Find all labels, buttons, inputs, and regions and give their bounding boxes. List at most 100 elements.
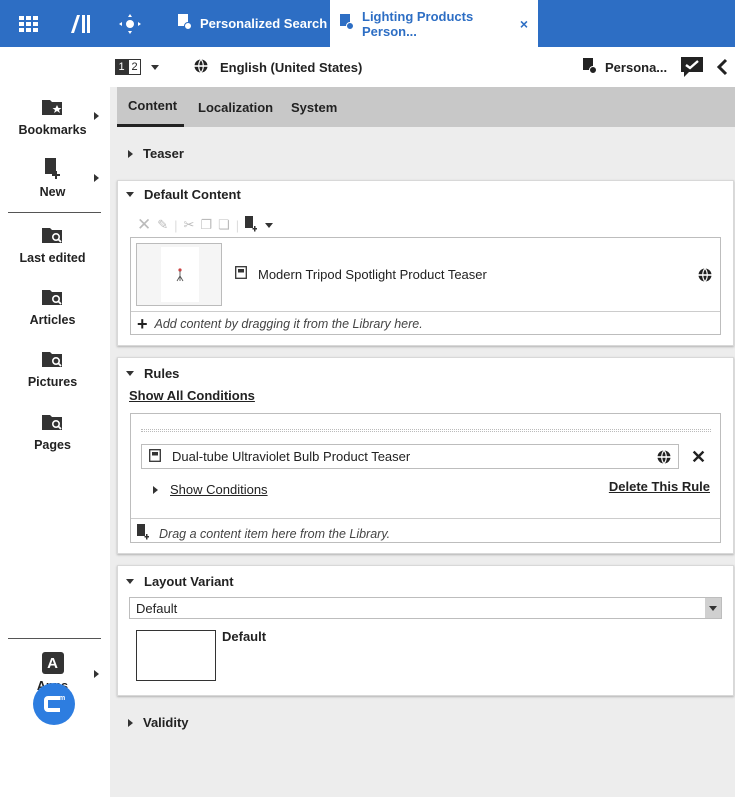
content-toolbar: ✕ ✎ | ✂ ❐ ❏ | — [137, 215, 274, 235]
remove-icon[interactable]: ✕ — [137, 215, 151, 235]
divider — [8, 212, 101, 213]
sidebar-item-label: Pictures — [27, 375, 78, 389]
sidebar-item-label: Bookmarks — [18, 123, 87, 137]
drag-handle[interactable] — [141, 429, 711, 432]
add-content-icon — [137, 524, 151, 543]
chevron-right-icon[interactable] — [94, 112, 99, 120]
chevron-down-icon[interactable] — [705, 598, 721, 618]
default-content-panel: Default Content ✕ ✎ | ✂ ❐ ❏ | Modern Tri… — [117, 180, 734, 346]
tab-lighting-products[interactable]: Lighting Products Person... × — [330, 0, 538, 47]
drop-zone[interactable]: + Add content by dragging it from the Li… — [137, 313, 423, 334]
cut-icon[interactable]: ✂ — [184, 217, 195, 233]
sidebar-item-label: New — [39, 185, 66, 199]
tab-system[interactable]: System — [291, 87, 337, 127]
expand-icon — [128, 149, 133, 158]
locale-selector[interactable]: English (United States) — [194, 47, 362, 87]
sidebar-item-pictures[interactable]: Pictures — [0, 347, 105, 389]
layout-variant-select[interactable]: Default — [129, 597, 722, 619]
product-image — [161, 247, 199, 302]
thumbnail[interactable] — [136, 243, 222, 306]
layout-variant-panel: Layout Variant Default Default — [117, 565, 734, 696]
show-conditions-toggle[interactable]: Show Conditions — [153, 482, 268, 497]
drop-zone[interactable]: Drag a content item here from the Librar… — [137, 524, 390, 543]
section-header[interactable]: Default Content — [126, 187, 241, 202]
chevron-down-icon[interactable] — [265, 222, 274, 228]
collapse-icon — [126, 579, 134, 584]
sidebar-item-label: Pages — [34, 438, 71, 452]
tab-content[interactable]: Content — [117, 87, 184, 127]
approve-icon[interactable] — [681, 47, 703, 87]
svg-text:m: m — [59, 695, 65, 702]
separator: | — [174, 217, 178, 233]
search-folder-icon — [41, 410, 64, 434]
separator: | — [235, 217, 240, 233]
apps-grid-icon[interactable] — [14, 0, 44, 47]
plus-icon: + — [137, 313, 148, 334]
sidebar-item-articles[interactable]: Articles — [0, 285, 105, 327]
rule-item[interactable]: Dual-tube Ultraviolet Bulb Product Tease… — [141, 444, 679, 469]
document-icon — [340, 14, 354, 33]
delete-rule-link[interactable]: Delete This Rule — [609, 479, 710, 494]
tab-label: Personalized Search — [200, 16, 328, 31]
sidebar-item-last-edited[interactable]: Last edited — [0, 223, 105, 265]
document-icon — [178, 14, 192, 33]
edit-icon[interactable]: ✎ — [157, 217, 168, 233]
section-header[interactable]: Layout Variant — [126, 574, 234, 589]
section-header[interactable]: Rules — [126, 366, 179, 381]
divider — [131, 311, 720, 312]
sidebar-item-bookmarks[interactable]: Bookmarks — [0, 95, 105, 137]
tab-localization[interactable]: Localization — [198, 87, 273, 127]
section-teaser[interactable]: Teaser — [128, 146, 184, 161]
variant-preview-label: Default — [222, 629, 267, 644]
sidebar-item-new[interactable]: New — [0, 157, 105, 199]
globe-icon — [194, 58, 208, 76]
globe-icon — [657, 450, 671, 467]
show-all-conditions-link[interactable]: Show All Conditions — [129, 388, 255, 403]
coremedia-logo: m — [33, 683, 75, 725]
rule-box: Dual-tube Ultraviolet Bulb Product Tease… — [130, 413, 721, 543]
collapse-icon — [126, 371, 134, 376]
divider — [131, 518, 720, 519]
tab-label: Lighting Products Person... — [362, 8, 474, 39]
divider — [8, 638, 101, 639]
content-list: Modern Tripod Spotlight Product Teaser +… — [130, 237, 721, 335]
collapse-icon[interactable] — [715, 47, 729, 87]
variant-preview — [136, 630, 216, 681]
chevron-right-icon[interactable] — [94, 174, 99, 182]
expand-icon — [128, 718, 133, 727]
sidebar: Bookmarks New Last edited Articles Pictu… — [0, 47, 110, 797]
collapse-icon — [126, 192, 134, 197]
globe-icon — [698, 268, 712, 285]
tab-personalized-search[interactable]: Personalized Search — [168, 0, 337, 47]
sidebar-item-label: Articles — [29, 313, 76, 327]
document-type: Persona... — [583, 47, 667, 87]
version-selector[interactable]: 1 2 — [115, 47, 159, 87]
content-tabs: Content Localization System — [117, 87, 735, 127]
remove-rule-icon[interactable]: ✕ — [691, 447, 706, 468]
search-folder-icon — [41, 285, 64, 309]
document-header: 1 2 English (United States) Persona... — [110, 47, 735, 87]
apps-icon: A — [41, 651, 64, 675]
search-folder-icon — [41, 223, 64, 247]
library-icon[interactable] — [66, 0, 96, 47]
section-validity[interactable]: Validity — [128, 715, 189, 730]
teaser-icon — [149, 448, 161, 465]
copy-icon[interactable]: ❐ — [200, 217, 212, 233]
paste-icon[interactable]: ❏ — [218, 217, 230, 233]
teaser-icon — [235, 266, 247, 282]
workflow-icon[interactable] — [115, 0, 145, 47]
new-document-icon — [43, 157, 63, 181]
personalized-content-icon — [583, 57, 597, 77]
sidebar-item-pages[interactable]: Pages — [0, 410, 105, 452]
bookmark-folder-icon — [41, 95, 64, 119]
chevron-right-icon[interactable] — [94, 670, 99, 678]
rules-panel: Rules Show All Conditions Dual-tube Ultr… — [117, 357, 734, 554]
expand-icon — [153, 485, 158, 494]
chevron-down-icon — [151, 64, 159, 70]
add-content-icon[interactable] — [245, 215, 259, 235]
sidebar-item-label: Last edited — [19, 251, 86, 265]
close-icon[interactable]: × — [520, 16, 528, 32]
top-bar: Personalized Search Lighting Products Pe… — [0, 0, 735, 47]
search-folder-icon — [41, 347, 64, 371]
list-item[interactable]: Modern Tripod Spotlight Product Teaser — [235, 266, 487, 282]
